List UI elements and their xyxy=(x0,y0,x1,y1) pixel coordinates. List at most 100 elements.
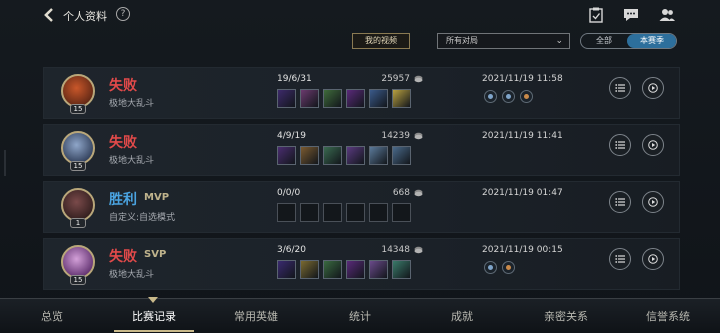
my-video-button[interactable]: 我的视频 xyxy=(352,33,410,49)
item-slot[interactable] xyxy=(392,146,411,165)
match-row[interactable]: 15 失败 SVP 极地大乱斗 3/6/20 14348 2021/11/19 00:15 xyxy=(43,238,680,290)
match-details-button[interactable] xyxy=(609,134,631,156)
gold-earned: 668 xyxy=(392,188,410,198)
resolve-rune-icon xyxy=(502,90,515,103)
item-slot[interactable] xyxy=(277,203,296,222)
champion-level-badge: 15 xyxy=(70,275,86,285)
match-date: 2021/11/19 11:58 xyxy=(482,74,563,84)
help-icon[interactable]: ? xyxy=(116,7,130,21)
champion-avatar xyxy=(61,131,95,165)
tab-relationships[interactable]: 亲密关系 xyxy=(526,308,606,324)
item-slot[interactable] xyxy=(323,146,342,165)
tab-stats[interactable]: 统计 xyxy=(320,308,400,324)
inspiration-rune-icon xyxy=(484,90,497,103)
match-result: 失败 xyxy=(109,78,137,94)
app-window: 个人资料 ? 我的视频 所有对局 ⌄ 全部 本赛季 15 失败 极地大乱斗 19… xyxy=(0,0,720,333)
gold-earned: 14348 xyxy=(381,245,410,255)
item-slot[interactable] xyxy=(346,146,365,165)
game-mode: 极地大乱斗 xyxy=(109,156,155,166)
match-date: 2021/11/19 11:41 xyxy=(482,131,563,141)
toggle-all[interactable]: 全部 xyxy=(581,34,627,48)
match-result: 失败 xyxy=(109,249,137,265)
game-mode: 自定义:自选模式 xyxy=(109,213,176,223)
match-details-button[interactable] xyxy=(609,248,631,270)
item-slot[interactable] xyxy=(323,89,342,108)
item-slot[interactable] xyxy=(346,260,365,279)
list-icon xyxy=(615,255,625,263)
item-slot[interactable] xyxy=(346,89,365,108)
gold-earned: 25957 xyxy=(381,74,410,84)
back-chevron-icon[interactable] xyxy=(40,6,58,24)
item-slot[interactable] xyxy=(369,260,388,279)
toggle-this-season[interactable]: 本赛季 xyxy=(627,34,676,48)
friends-icon[interactable] xyxy=(658,6,676,24)
item-slot[interactable] xyxy=(277,260,296,279)
replay-button[interactable] xyxy=(642,248,664,270)
item-slot[interactable] xyxy=(369,146,388,165)
match-details-button[interactable] xyxy=(609,77,631,99)
domination-rune-icon xyxy=(520,90,533,103)
match-result: 胜利 xyxy=(109,192,137,208)
item-slot[interactable] xyxy=(323,260,342,279)
tab-champions[interactable]: 常用英雄 xyxy=(216,308,296,324)
item-slot[interactable] xyxy=(392,89,411,108)
champion-avatar xyxy=(61,74,95,108)
chat-icon[interactable] xyxy=(622,6,640,24)
match-mode-select[interactable]: 所有对局 ⌄ xyxy=(437,33,570,49)
match-mode-select-value: 所有对局 xyxy=(446,36,478,45)
gold-coin-icon xyxy=(414,189,423,197)
item-slot[interactable] xyxy=(369,89,388,108)
gold-coin-icon xyxy=(414,75,423,83)
item-slot[interactable] xyxy=(300,203,319,222)
tab-honor[interactable]: 信誉系统 xyxy=(628,308,708,324)
item-slot[interactable] xyxy=(277,89,296,108)
performance-badge: SVP xyxy=(144,249,167,260)
kda-stat: 19/6/31 xyxy=(277,74,312,84)
item-slot[interactable] xyxy=(346,203,365,222)
champion-level-badge: 15 xyxy=(70,161,86,171)
item-slot[interactable] xyxy=(323,203,342,222)
active-tab-underline xyxy=(114,330,194,332)
item-slot[interactable] xyxy=(277,146,296,165)
play-circle-icon xyxy=(648,254,658,264)
chevron-down-icon: ⌄ xyxy=(555,36,563,46)
active-tab-caret-icon xyxy=(148,297,158,303)
performance-badge: MVP xyxy=(144,192,170,203)
item-slot[interactable] xyxy=(369,203,388,222)
clipboard-check-icon[interactable] xyxy=(587,6,605,24)
page-title: 个人资料 xyxy=(63,10,107,23)
match-row[interactable]: 1 胜利 MVP 自定义:自选模式 0/0/0 668 2021/11/19 01:47 xyxy=(43,181,680,233)
list-icon xyxy=(615,198,625,206)
champion-level-badge: 15 xyxy=(70,104,86,114)
tab-match-history[interactable]: 比赛记录 xyxy=(114,308,194,324)
play-circle-icon xyxy=(648,197,658,207)
match-date: 2021/11/19 00:15 xyxy=(482,245,563,255)
item-slot[interactable] xyxy=(392,203,411,222)
match-result: 失败 xyxy=(109,135,137,151)
item-slot[interactable] xyxy=(300,89,319,108)
replay-button[interactable] xyxy=(642,134,664,156)
match-row[interactable]: 15 失败极地大乱斗 19/6/31 25957 2021/11/19 11:58 xyxy=(43,67,680,119)
item-slot[interactable] xyxy=(392,260,411,279)
list-icon xyxy=(615,141,625,149)
champion-avatar xyxy=(61,245,95,279)
game-mode: 极地大乱斗 xyxy=(109,99,155,109)
tab-achievements[interactable]: 成就 xyxy=(422,308,502,324)
replay-button[interactable] xyxy=(642,77,664,99)
tab-overview[interactable]: 总览 xyxy=(12,308,92,324)
inspiration-rune-icon xyxy=(484,261,497,274)
season-toggle: 全部 本赛季 xyxy=(580,33,677,49)
list-icon xyxy=(615,84,625,92)
gold-coin-icon xyxy=(414,246,423,254)
match-details-button[interactable] xyxy=(609,191,631,213)
domination-rune-icon xyxy=(502,261,515,274)
match-date: 2021/11/19 01:47 xyxy=(482,188,563,198)
champion-avatar xyxy=(61,188,95,222)
game-mode: 极地大乱斗 xyxy=(109,270,155,280)
item-slot[interactable] xyxy=(300,260,319,279)
item-slot[interactable] xyxy=(300,146,319,165)
play-circle-icon xyxy=(648,140,658,150)
play-circle-icon xyxy=(648,83,658,93)
match-row[interactable]: 15 失败 极地大乱斗 4/9/19 14239 2021/11/19 11:41 xyxy=(43,124,680,176)
replay-button[interactable] xyxy=(642,191,664,213)
